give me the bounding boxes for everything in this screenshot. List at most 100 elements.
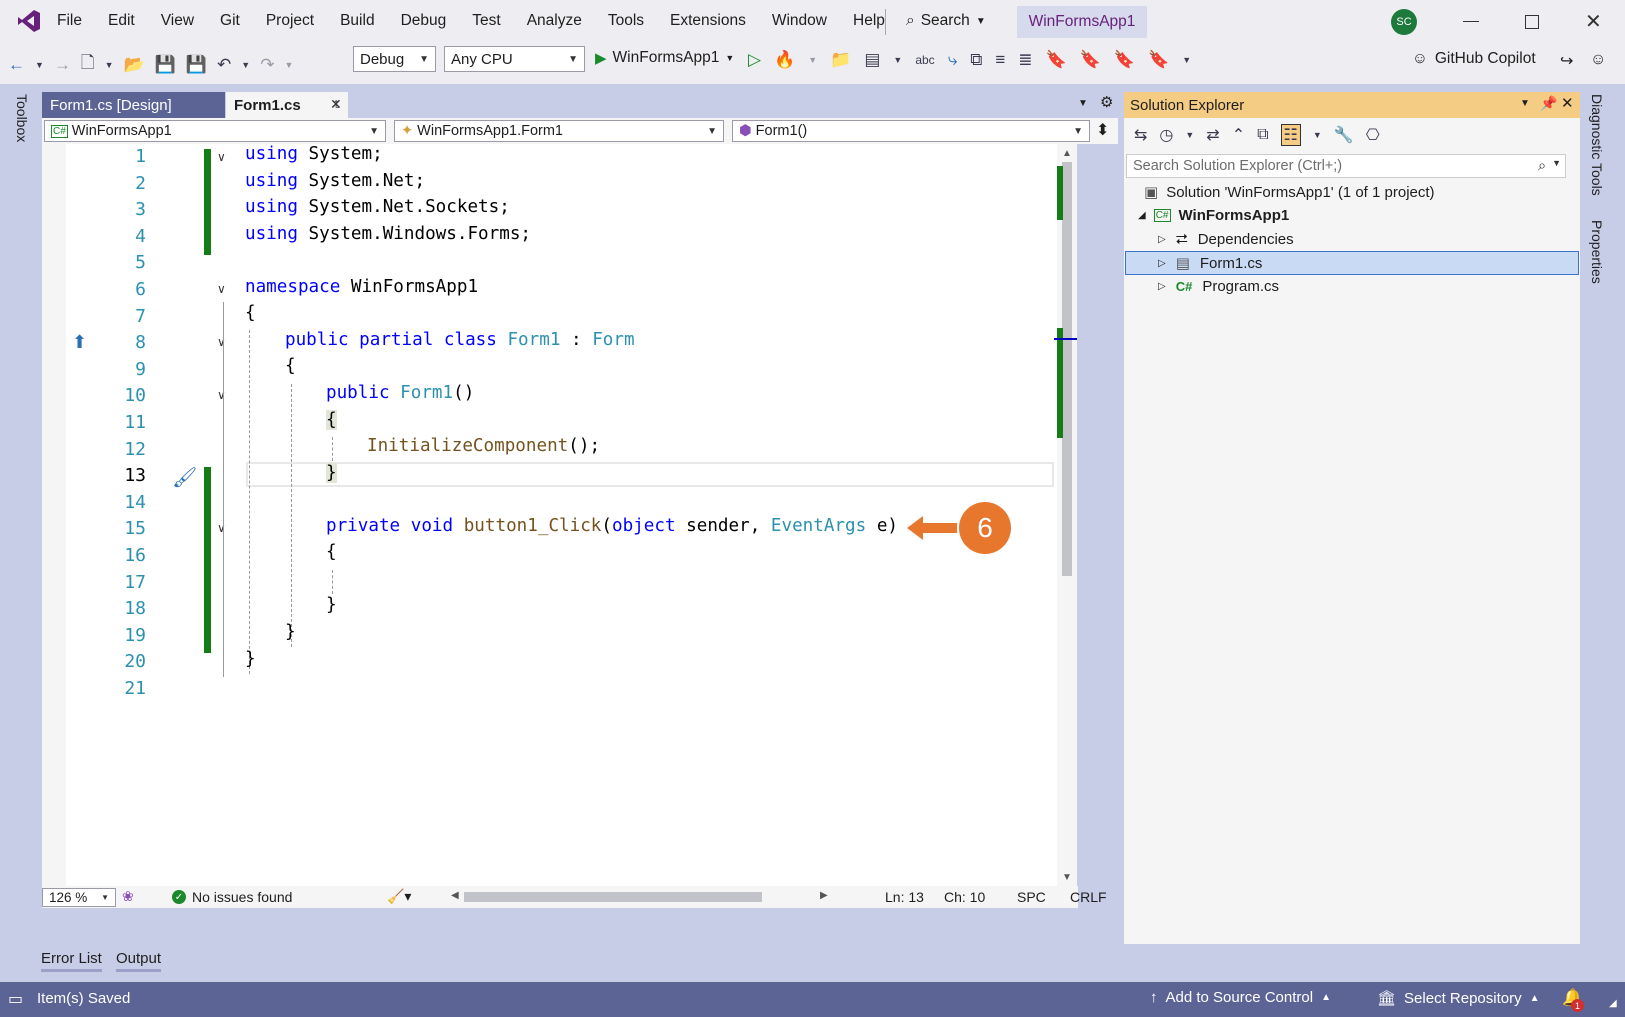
close-button[interactable]: ✕ xyxy=(1585,9,1602,34)
horizontal-scroll-thumb[interactable] xyxy=(464,892,762,902)
scroll-up-icon[interactable]: ▲ xyxy=(1062,148,1072,159)
diagnostic-tools-tab[interactable]: Diagnostic Tools xyxy=(1589,94,1605,196)
cleanup-icon[interactable]: 🧹▾ xyxy=(387,888,411,905)
toolbox-tab[interactable]: Toolbox xyxy=(14,94,30,142)
line-indicator[interactable]: Ln: 13 xyxy=(885,889,924,905)
share-icon[interactable]: ↪ xyxy=(1560,51,1573,71)
column-indicator[interactable]: Ch: 10 xyxy=(944,889,985,905)
issues-indicator[interactable]: ✓ No issues found xyxy=(172,889,292,905)
properties-tab[interactable]: Properties xyxy=(1589,220,1605,284)
chevron-down-icon[interactable]: ▼ xyxy=(35,60,44,70)
scroll-right-icon[interactable]: ▶ xyxy=(820,890,828,901)
zoom-select[interactable]: 126 % ▼ xyxy=(42,888,116,907)
scrollbar-thumb[interactable] xyxy=(1062,162,1072,576)
menu-item-git[interactable]: Git xyxy=(220,12,240,30)
collapse-chevron-icon[interactable]: ∨ xyxy=(217,388,226,402)
add-to-source-control-button[interactable]: ↑ Add to Source Control ▲ xyxy=(1150,989,1331,1006)
compare-icon[interactable]: ⧉ xyxy=(970,50,982,70)
menu-item-test[interactable]: Test xyxy=(472,12,500,30)
tree-item-dependencies[interactable]: ▷ ⮂ Dependencies xyxy=(1158,231,1294,248)
whitespace-indicator[interactable]: SPC xyxy=(1017,889,1046,905)
step-into-icon[interactable]: ⤷ xyxy=(948,50,958,70)
collapse-chevron-icon[interactable]: ∨ xyxy=(217,521,226,535)
menu-item-project[interactable]: Project xyxy=(266,12,314,30)
chevron-down-icon[interactable]: ▼ xyxy=(1185,130,1194,140)
menu-item-build[interactable]: Build xyxy=(340,12,374,30)
switch-views-icon[interactable]: ☷ xyxy=(1280,124,1301,146)
next-bookmark-icon[interactable]: 🔖 xyxy=(1114,50,1135,70)
menu-item-debug[interactable]: Debug xyxy=(401,12,447,30)
type-nav-select[interactable]: ✦ WinFormsApp1.Form1 ▼ xyxy=(394,120,724,142)
menu-item-view[interactable]: View xyxy=(161,12,194,30)
project-nav-select[interactable]: C# WinFormsApp1 ▼ xyxy=(44,120,386,142)
notifications-button[interactable]: 🔔 1 xyxy=(1562,988,1584,1012)
chevron-down-icon[interactable]: ▼ xyxy=(893,55,902,65)
chevron-down-icon[interactable]: ▼ xyxy=(284,60,293,70)
split-icon[interactable]: ⬍ xyxy=(1096,120,1109,140)
open-folder-icon[interactable]: 📂 xyxy=(124,55,145,75)
back-icon[interactable]: ← xyxy=(8,55,25,75)
scroll-down-icon[interactable]: ▼ xyxy=(1062,872,1072,883)
copilot-status-icon[interactable]: ❀ xyxy=(122,888,134,905)
menu-item-analyze[interactable]: Analyze xyxy=(527,12,582,30)
collapse-chevron-icon[interactable]: ∨ xyxy=(217,282,226,296)
tab-error-list[interactable]: Error List xyxy=(41,950,102,972)
start-debug-button[interactable]: ▶ WinFormsApp1 ▼ xyxy=(595,49,734,67)
tab-output[interactable]: Output xyxy=(116,950,162,972)
comment-icon[interactable]: ≡ xyxy=(995,50,1005,70)
chevron-down-icon[interactable]: ▼ xyxy=(105,60,114,70)
hot-reload-icon[interactable]: 🔥 xyxy=(774,50,795,70)
menu-item-window[interactable]: Window xyxy=(772,12,827,30)
pin-icon[interactable]: 📌 xyxy=(1540,95,1557,112)
tree-item-form1[interactable]: ▷ ▤ Form1.cs xyxy=(1158,254,1262,273)
tab-form-design[interactable]: Form1.cs [Design] xyxy=(42,92,225,118)
minimize-button[interactable] xyxy=(1463,21,1479,22)
chevron-down-icon[interactable]: ▼ xyxy=(808,55,817,65)
menu-item-edit[interactable]: Edit xyxy=(108,12,135,30)
menu-item-file[interactable]: File xyxy=(57,12,82,30)
sync-view-icon[interactable]: ⇆ xyxy=(1134,125,1147,145)
chevron-down-icon[interactable]: ▼ xyxy=(241,60,250,70)
feedback-icon[interactable]: ☺ xyxy=(1590,51,1606,69)
undo-icon[interactable]: ↶ xyxy=(217,55,231,75)
collapse-chevron-icon[interactable]: ∨ xyxy=(217,150,226,164)
gear-icon[interactable]: ⚙ xyxy=(1100,93,1113,111)
history-icon[interactable]: ◷ xyxy=(1159,125,1173,145)
panel-menu-icon[interactable]: ▼ xyxy=(1520,98,1530,109)
tree-project[interactable]: ◢ C# WinFormsApp1 xyxy=(1138,207,1289,224)
clear-bookmark-icon[interactable]: 🔖 xyxy=(1148,50,1169,70)
properties-icon[interactable]: 🔧 xyxy=(1334,125,1354,145)
member-nav-select[interactable]: ⬢ Form1() ▼ xyxy=(732,120,1090,142)
search-button[interactable]: ⌕ Search ▼ xyxy=(906,12,986,30)
tree-solution[interactable]: ▣ Solution 'WinFormsApp1' (1 of 1 projec… xyxy=(1144,183,1435,202)
save-all-icon[interactable]: 💾 xyxy=(186,55,207,75)
code-lens-icon[interactable]: ⬆ xyxy=(72,332,87,353)
chevron-down-icon[interactable]: ▼ xyxy=(1313,130,1322,140)
select-repository-button[interactable]: 🏛 Select Repository ▲ xyxy=(1377,989,1540,1008)
prev-bookmark-icon[interactable]: 🔖 xyxy=(1080,50,1101,70)
show-all-files-icon[interactable]: ⧉ xyxy=(1257,126,1268,144)
line-ending-indicator[interactable]: CRLF xyxy=(1070,889,1107,905)
configuration-select[interactable]: Debug ▼ xyxy=(353,46,436,72)
preview-icon[interactable]: ⎔ xyxy=(1366,125,1380,145)
chevron-down-icon[interactable]: ▼ xyxy=(1182,55,1191,65)
uncomment-icon[interactable]: ≣ xyxy=(1018,50,1032,70)
quick-action-icon[interactable]: 🖌 xyxy=(172,465,197,490)
browse-icon[interactable]: 📁 xyxy=(830,50,851,70)
layout-icon[interactable]: ▤ xyxy=(864,50,880,70)
platform-select[interactable]: Any CPU ▼ xyxy=(444,46,585,72)
spell-check-icon[interactable]: abc xyxy=(915,53,934,67)
resize-grip-icon[interactable]: ◢ xyxy=(1609,998,1617,1009)
close-tab-icon[interactable]: ✕ xyxy=(330,96,342,113)
solution-search-input[interactable]: Search Solution Explorer (Ctrl+;) ⌕ ▼ xyxy=(1126,154,1566,178)
menu-item-help[interactable]: Help xyxy=(853,12,885,30)
tab-list-icon[interactable]: ▼ xyxy=(1078,98,1088,109)
maximize-button[interactable] xyxy=(1525,15,1539,29)
menu-item-tools[interactable]: Tools xyxy=(608,12,644,30)
bookmark-icon[interactable]: 🔖 xyxy=(1046,50,1067,70)
forward-icon[interactable]: → xyxy=(54,55,71,75)
scroll-left-icon[interactable]: ◀ xyxy=(451,890,459,901)
close-panel-icon[interactable]: ✕ xyxy=(1561,94,1574,112)
menu-item-extensions[interactable]: Extensions xyxy=(670,12,746,30)
save-icon[interactable]: 💾 xyxy=(155,55,176,75)
